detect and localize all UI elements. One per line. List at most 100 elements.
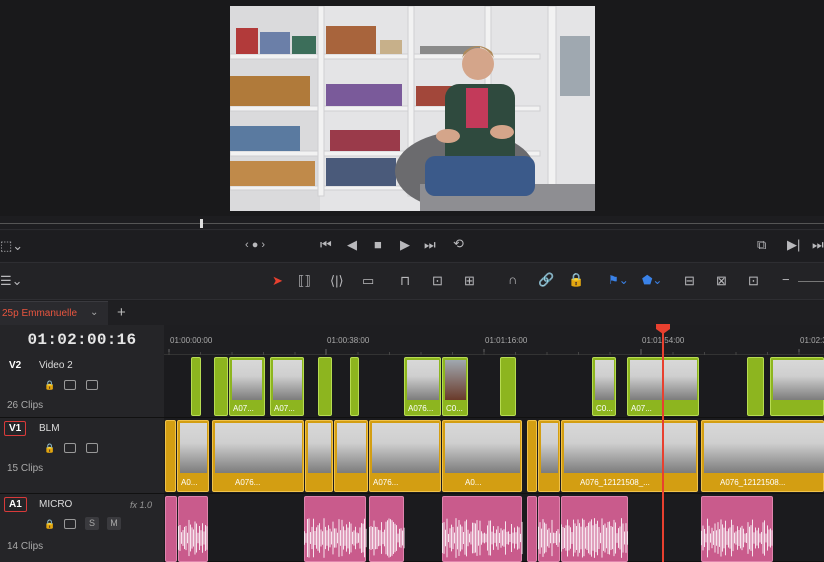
track-v1-name[interactable]: BLM	[39, 423, 60, 434]
video-clip[interactable]	[191, 357, 201, 416]
clip-thumbnail	[372, 423, 439, 473]
go-to-end-icon[interactable]: ⏭	[424, 237, 436, 253]
viewer-mode-icon[interactable]: ⬚⌄	[0, 238, 23, 254]
video-clip[interactable]: A076_12121508_...	[561, 420, 698, 492]
video-clip[interactable]: A076...	[212, 420, 304, 492]
ruler-label-0: 01:00:00:00	[170, 336, 213, 345]
add-timeline-button[interactable]: +	[117, 304, 126, 321]
track-enable-icon[interactable]	[86, 380, 98, 390]
selection-tool-icon[interactable]: ➤	[272, 273, 283, 289]
video-clip[interactable]	[538, 420, 560, 492]
marker-icon[interactable]: ⬟⌄	[642, 273, 662, 287]
video-clip[interactable]: A076...	[404, 357, 441, 416]
video-clip[interactable]: A0...	[442, 420, 522, 492]
clip-label: C0...	[596, 404, 613, 413]
play-icon[interactable]: ▶	[400, 237, 410, 253]
lock-icon[interactable]: 🔒	[44, 380, 55, 391]
clip-thumbnail	[337, 423, 366, 473]
zoom-full-icon[interactable]: ⊟	[684, 273, 695, 289]
loop-icon[interactable]: ⟲	[453, 236, 464, 252]
dynamic-trim-icon[interactable]: ⟨|⟩	[330, 273, 344, 289]
clip-label: A07...	[631, 404, 652, 413]
clip-thumbnail	[273, 360, 302, 400]
overwrite-clip-icon[interactable]: ⊡	[432, 273, 443, 289]
video-clip[interactable]	[165, 420, 176, 492]
track-a1-id[interactable]: A1	[4, 497, 27, 512]
video-clip[interactable]	[770, 357, 824, 416]
scrub-line	[0, 223, 824, 224]
video-frame-image	[230, 6, 595, 211]
go-to-start-icon[interactable]: ⏮	[320, 237, 332, 253]
video-clip[interactable]	[334, 420, 368, 492]
video-clip[interactable]: A076_12121508...	[701, 420, 824, 492]
playhead-marker-icon[interactable]	[656, 324, 670, 334]
solo-button[interactable]: S	[85, 517, 99, 530]
zoom-detail-icon[interactable]: ⊠	[716, 273, 727, 289]
video-clip[interactable]: C0...	[592, 357, 616, 416]
video-clip[interactable]	[214, 357, 228, 416]
next-frame-icon[interactable]: ▶|	[787, 237, 800, 253]
video-clip[interactable]: A07...	[229, 357, 265, 416]
timeline-tab-label: 25p Emmanuelle	[2, 308, 78, 319]
trim-tool-icon[interactable]: ⟦⟧	[298, 273, 311, 289]
clip-label: A07...	[233, 404, 254, 413]
auto-select-icon[interactable]	[64, 443, 76, 453]
timeline-tab[interactable]: 25p Emmanuelle ⌄	[0, 301, 108, 325]
video-clip[interactable]: A07...	[270, 357, 304, 416]
ruler-label-2: 01:01:16:00	[485, 336, 528, 345]
replace-clip-icon[interactable]: ⊞	[464, 273, 475, 289]
clip-thumbnail	[407, 360, 439, 400]
video-frame	[230, 6, 595, 211]
auto-select-icon[interactable]	[64, 519, 76, 529]
jog-control-icon[interactable]: ‹ ● ›	[245, 239, 265, 251]
clip-thumbnail	[180, 423, 207, 473]
video-clip[interactable]	[318, 357, 332, 416]
skip-icon[interactable]: ⏭	[812, 237, 824, 253]
zoom-out-icon[interactable]: −	[782, 272, 790, 287]
clip-label: A076...	[235, 478, 261, 487]
flag-icon[interactable]: ⚑⌄	[608, 273, 629, 287]
insert-clip-icon[interactable]: ⊓	[400, 273, 410, 289]
linked-selection-icon[interactable]: 🔗	[538, 272, 554, 288]
track-v2-id[interactable]: V2	[5, 359, 25, 372]
position-lock-icon[interactable]: 🔒	[568, 272, 584, 288]
stop-icon[interactable]: ■	[374, 237, 382, 252]
video-clip[interactable]	[305, 420, 333, 492]
timeline-timecode[interactable]: 01:02:00:16	[0, 325, 164, 355]
zoom-slider[interactable]	[798, 281, 824, 282]
chevron-down-icon[interactable]: ⌄	[90, 307, 98, 318]
snapping-icon[interactable]: ∩	[508, 272, 517, 287]
video-clip[interactable]	[527, 420, 537, 492]
timeline-ruler[interactable]: 01:00:00:00 01:00:38:00 01:01:16:00 01:0…	[164, 325, 824, 355]
zoom-custom-icon[interactable]: ⊡	[748, 273, 759, 289]
ruler-label-1: 01:00:38:00	[327, 336, 370, 345]
lock-icon[interactable]: 🔒	[44, 519, 55, 530]
video-clip[interactable]	[350, 357, 359, 416]
rewind-icon[interactable]: ◀	[347, 237, 357, 253]
clip-label: A0...	[465, 478, 482, 487]
track-v2-name[interactable]: Video 2	[39, 360, 73, 371]
auto-select-icon[interactable]	[64, 380, 76, 390]
lock-icon[interactable]: 🔒	[44, 443, 55, 454]
video-clip[interactable]	[747, 357, 764, 416]
video-clip[interactable]: A0...	[177, 420, 209, 492]
track-v1-id[interactable]: V1	[4, 421, 27, 436]
mute-button[interactable]: M	[107, 517, 121, 530]
audio-waveforms	[178, 518, 773, 558]
match-frame-icon[interactable]: ⧉	[757, 237, 766, 253]
video-clip[interactable]: C0...	[442, 357, 468, 416]
layout-icon[interactable]: ☰⌄	[0, 273, 23, 289]
track-v2-header: V2 Video 2 🔒 26 Clips	[0, 355, 164, 418]
video-clip[interactable]	[500, 357, 516, 416]
clip-thumbnail	[445, 360, 466, 400]
clip-label: C0...	[446, 404, 463, 413]
viewer-playhead[interactable]	[200, 219, 203, 228]
track-a1-name[interactable]: MICRO	[39, 499, 72, 510]
timeline-playhead[interactable]	[662, 326, 664, 562]
clip-label: A07...	[274, 404, 295, 413]
track-a1-fx-level[interactable]: fx 1.0	[130, 500, 152, 510]
track-enable-icon[interactable]	[86, 443, 98, 453]
ruler-label-4: 01:02:3	[800, 336, 824, 345]
blade-tool-icon[interactable]: ▭	[362, 273, 374, 289]
video-clip[interactable]: A076...	[369, 420, 441, 492]
